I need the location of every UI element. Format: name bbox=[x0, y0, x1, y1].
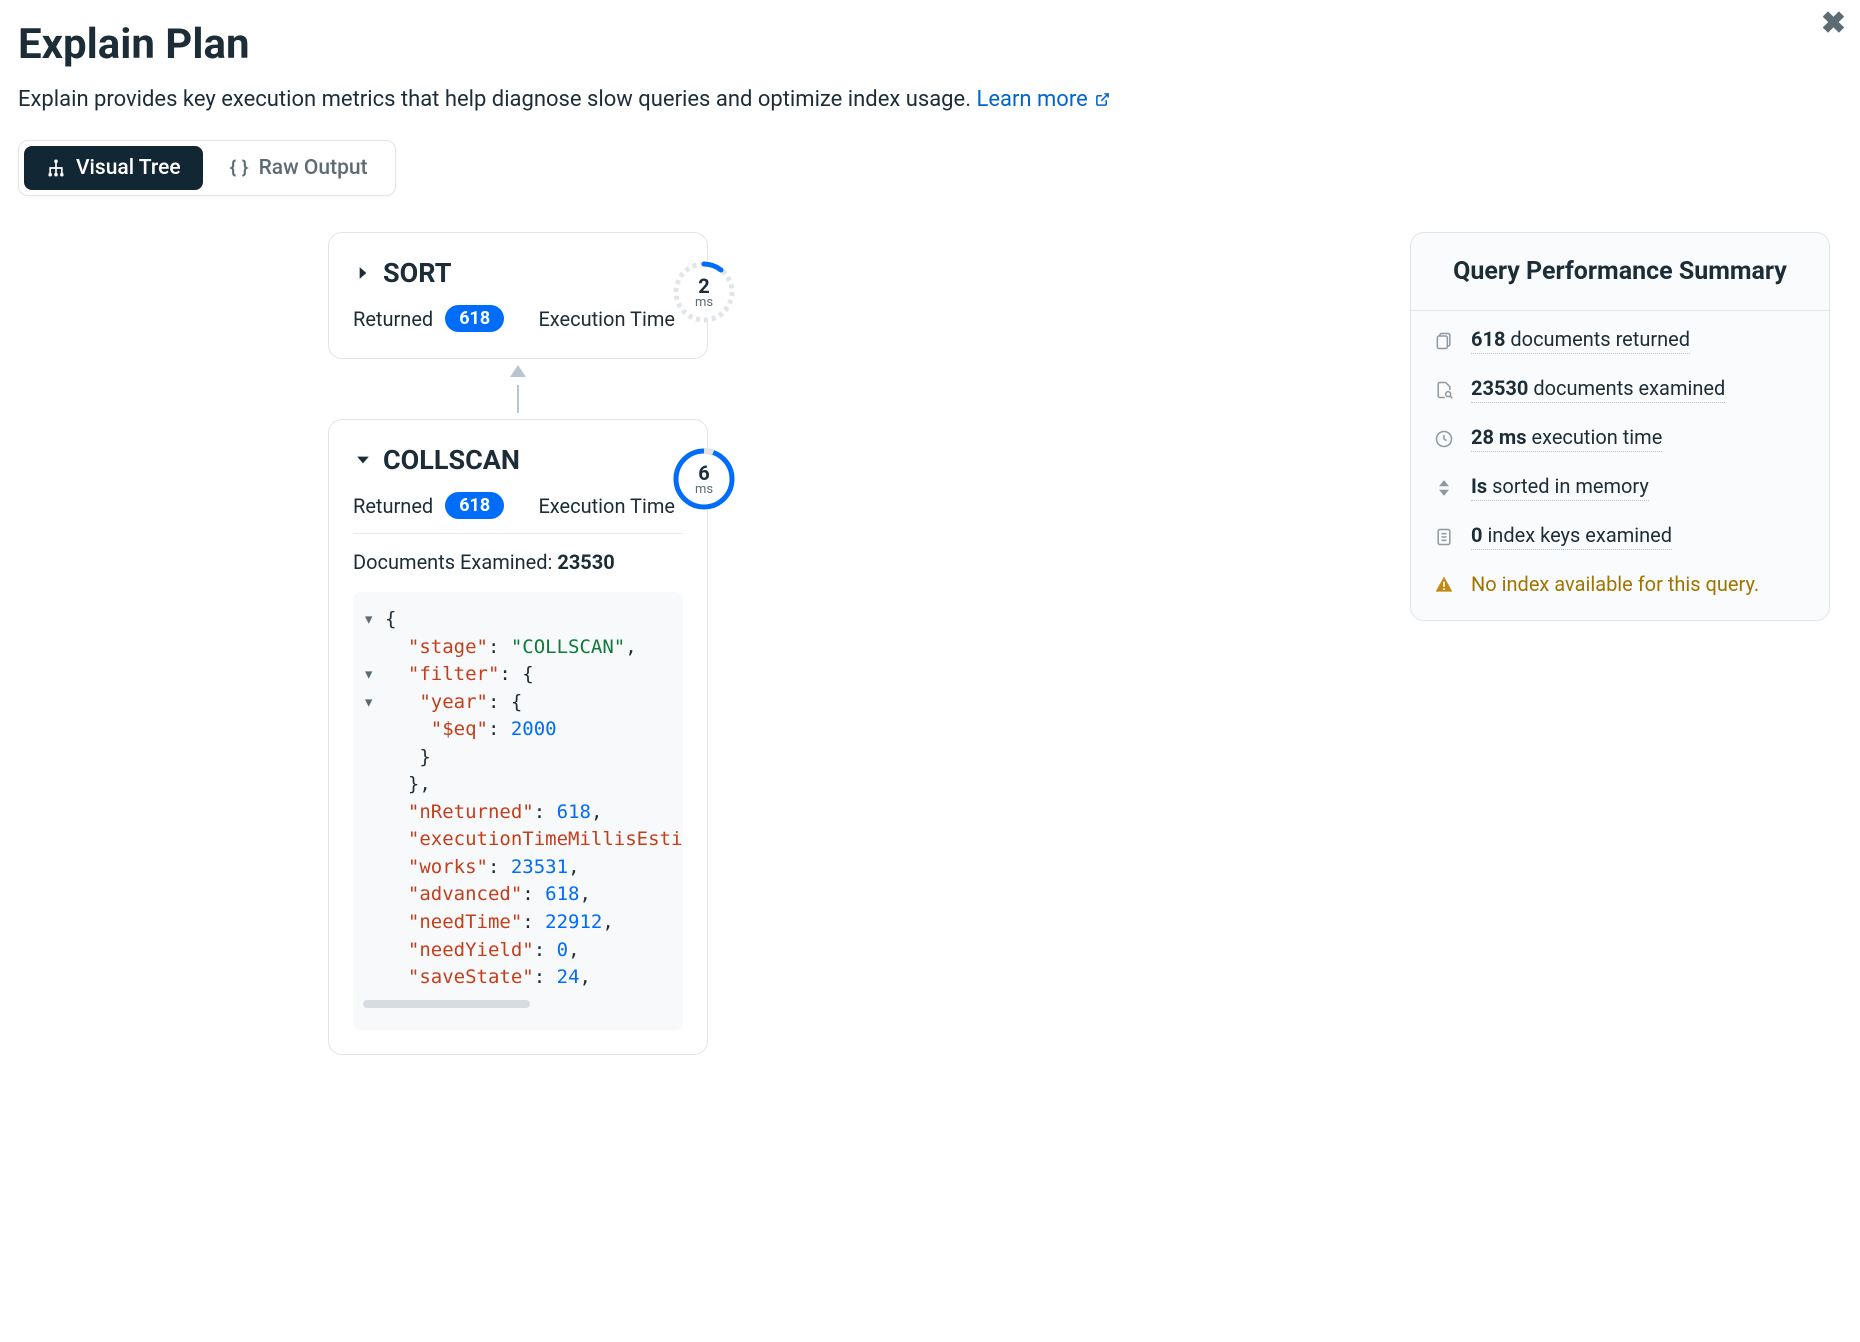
summary-title: Query Performance Summary bbox=[1411, 233, 1829, 311]
page-description: Explain provides key execution metrics t… bbox=[18, 87, 1840, 112]
summary-docs-examined: 23530 documents examined bbox=[1433, 376, 1807, 403]
tab-visual-tree-label: Visual Tree bbox=[76, 156, 181, 180]
description-text: Explain provides key execution metrics t… bbox=[18, 87, 976, 112]
summary-sorted: Is sorted in memory bbox=[1433, 474, 1807, 501]
divider bbox=[353, 533, 683, 534]
external-link-icon bbox=[1095, 92, 1110, 107]
summary-index-keys: 0 index keys examined bbox=[1433, 523, 1807, 550]
docs-examined-value: 23530 bbox=[557, 550, 614, 574]
sort-time-badge: 2 ms bbox=[673, 261, 735, 323]
braces-icon bbox=[229, 158, 249, 178]
tab-visual-tree[interactable]: Visual Tree bbox=[24, 146, 203, 190]
learn-more-label: Learn more bbox=[976, 87, 1087, 112]
summary-exec-time: 28 ms execution time bbox=[1433, 425, 1807, 452]
clock-icon bbox=[1433, 429, 1455, 449]
tree-arrow bbox=[506, 365, 530, 413]
tree-icon bbox=[46, 158, 66, 178]
summary-warning: No index available for this query. bbox=[1433, 572, 1807, 598]
stage-sort-card: SORT Returned 618 Execution Time 2 ms bbox=[328, 232, 708, 359]
collscan-returned-count: 618 bbox=[445, 492, 504, 519]
collscan-exec-label: Execution Time bbox=[538, 494, 683, 518]
summary-docs-returned: 618 documents returned bbox=[1433, 327, 1807, 354]
visual-tree: SORT Returned 618 Execution Time 2 ms bbox=[218, 232, 818, 1055]
stage-collscan-header[interactable]: COLLSCAN bbox=[353, 444, 683, 476]
close-icon[interactable]: ✖ bbox=[1821, 6, 1846, 41]
tab-raw-output-label: Raw Output bbox=[259, 156, 368, 180]
tab-raw-output[interactable]: Raw Output bbox=[207, 146, 390, 190]
warning-icon bbox=[1433, 575, 1455, 595]
horizontal-scrollbar[interactable] bbox=[363, 1000, 530, 1008]
view-tabs: Visual Tree Raw Output bbox=[18, 140, 396, 196]
sort-returned-count: 618 bbox=[445, 305, 504, 332]
sort-exec-label: Execution Time bbox=[538, 307, 683, 331]
stage-collscan-name: COLLSCAN bbox=[383, 444, 520, 476]
chevron-down-icon bbox=[353, 450, 373, 470]
query-performance-summary: Query Performance Summary 618 documents … bbox=[1410, 232, 1830, 621]
documents-icon bbox=[1433, 331, 1455, 351]
docs-examined-label: Documents Examined: bbox=[353, 550, 557, 574]
sort-returned-label: Returned bbox=[353, 307, 433, 331]
chevron-right-icon bbox=[353, 263, 373, 283]
collscan-time-badge: 6 ms bbox=[673, 448, 735, 510]
stage-sort-header[interactable]: SORT bbox=[353, 257, 683, 289]
document-search-icon bbox=[1433, 380, 1455, 400]
sort-icon bbox=[1433, 478, 1455, 498]
page-title: Explain Plan bbox=[18, 20, 1840, 69]
index-icon bbox=[1433, 527, 1455, 547]
stage-sort-name: SORT bbox=[383, 257, 451, 289]
docs-examined: Documents Examined: 23530 bbox=[353, 550, 683, 574]
collscan-returned-label: Returned bbox=[353, 494, 433, 518]
json-detail: ▾{ "stage": "COLLSCAN", ▾ "filter": { ▾ … bbox=[353, 592, 683, 1030]
stage-collscan-card: COLLSCAN Returned 618 Execution Time 6 m… bbox=[328, 419, 708, 1055]
learn-more-link[interactable]: Learn more bbox=[976, 87, 1110, 112]
